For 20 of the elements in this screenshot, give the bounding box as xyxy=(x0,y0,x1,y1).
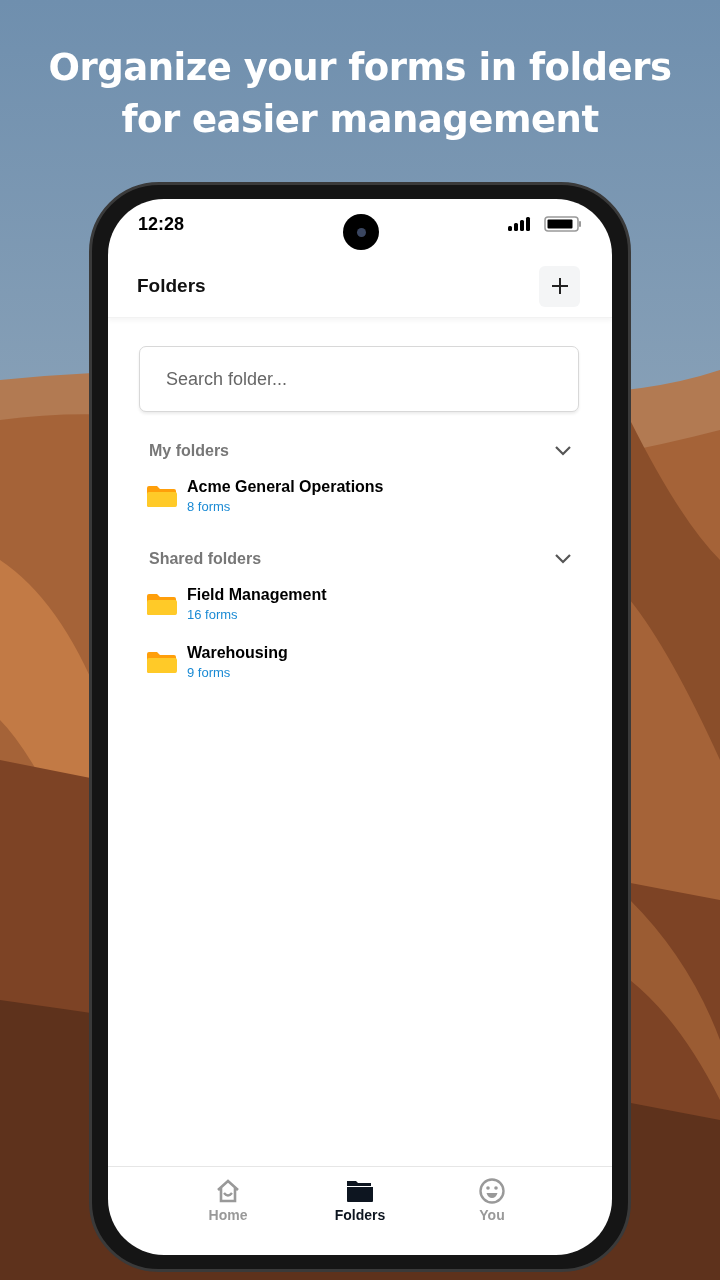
tab[interactable]: Folders xyxy=(294,1167,426,1245)
status-time: 12:28 xyxy=(138,213,185,235)
chevron-icon[interactable] xyxy=(554,553,572,565)
headline: Organize your forms in folders for easier management xyxy=(47,45,673,143)
folder-icon xyxy=(147,485,177,507)
camera-icon xyxy=(343,214,379,250)
folder-item[interactable]: Warehousing 9 forms xyxy=(139,644,580,680)
section-title: Shared folders xyxy=(149,550,262,568)
battery-icon xyxy=(544,216,582,232)
folder-item[interactable]: Acme General Operations 8 forms xyxy=(139,478,580,514)
page-title: Folders xyxy=(137,275,206,297)
smiley-icon xyxy=(478,1177,506,1205)
folder-item[interactable]: Field Management 16 forms xyxy=(139,586,580,622)
section-title: My folders xyxy=(149,442,229,460)
chevron-icon[interactable] xyxy=(554,445,572,457)
search-field[interactable]: Search folder... xyxy=(139,346,579,412)
add-button[interactable] xyxy=(539,265,580,307)
folder-icon xyxy=(147,651,177,673)
folder-icon xyxy=(147,593,177,615)
plus-icon xyxy=(550,277,569,295)
